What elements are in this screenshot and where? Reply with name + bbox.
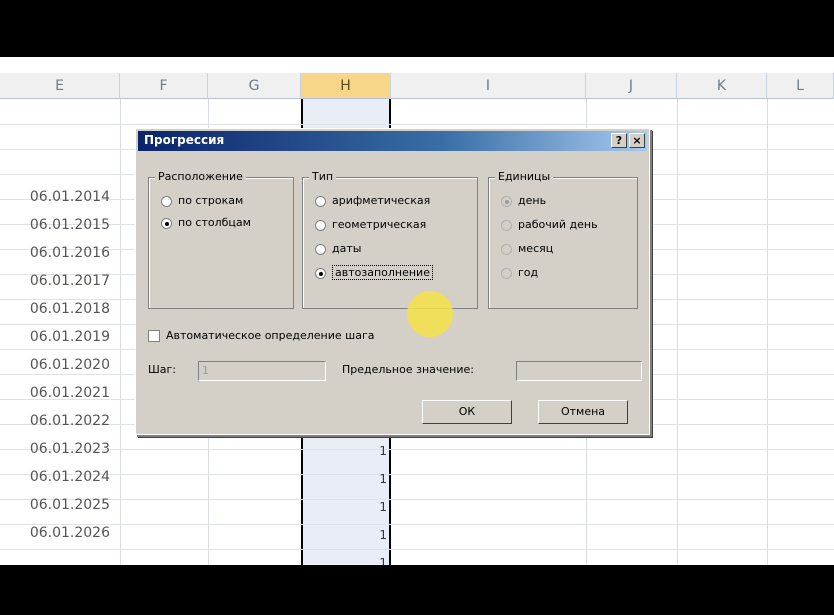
radio-label: месяц — [518, 242, 554, 255]
date-cell[interactable]: 06.01.2022 — [0, 409, 116, 434]
column-header-e[interactable]: E — [0, 73, 120, 99]
date-cell[interactable]: 06.01.2014 — [0, 185, 116, 210]
gridline — [767, 99, 768, 565]
progression-dialog: Прогрессия ? × Расположение по строкам п… — [135, 128, 650, 435]
radio-icon — [501, 267, 512, 279]
auto-step-label: Автоматическое определение шага — [166, 329, 375, 342]
dialog-titlebar[interactable]: Прогрессия ? × — [138, 131, 647, 151]
radio-label: день — [518, 194, 547, 207]
radio-by-rows[interactable]: по строкам — [161, 192, 243, 210]
limit-label: Предельное значение: — [342, 363, 474, 376]
date-cell[interactable]: 06.01.2023 — [0, 437, 116, 462]
radio-icon — [501, 219, 512, 231]
column-header-i[interactable]: I — [391, 73, 586, 99]
date-cell[interactable]: 06.01.2015 — [0, 213, 116, 238]
gridline — [0, 124, 834, 125]
radio-label: арифметическая — [332, 194, 431, 207]
date-cell[interactable]: 06.01.2020 — [0, 353, 116, 378]
close-button[interactable]: × — [629, 133, 645, 148]
auto-step-checkbox[interactable]: Автоматическое определение шага — [148, 327, 374, 345]
column-header-h[interactable]: H — [301, 73, 391, 99]
gridline — [0, 449, 834, 450]
radio-dates[interactable]: даты — [315, 240, 361, 258]
date-cell[interactable]: 06.01.2019 — [0, 325, 116, 350]
radio-icon — [161, 195, 172, 207]
h-value-cell[interactable]: 1 — [301, 493, 387, 518]
bottom-letterbox — [0, 565, 834, 615]
gridline — [0, 499, 834, 500]
step-input[interactable]: 1 — [198, 361, 326, 381]
mouse-cursor-highlight — [407, 291, 453, 337]
column-header-k[interactable]: K — [677, 73, 767, 99]
step-label: Шаг: — [148, 363, 176, 376]
ok-button[interactable]: ОК — [422, 400, 512, 424]
date-cell[interactable]: 06.01.2026 — [0, 521, 116, 546]
units-group-label: Единицы — [495, 170, 554, 183]
h-value-cell[interactable]: 1 — [301, 437, 387, 462]
radio-geometric[interactable]: геометрическая — [315, 216, 426, 234]
top-letterbox — [0, 0, 834, 57]
radio-year[interactable]: год — [501, 264, 538, 282]
radio-icon — [161, 217, 172, 229]
radio-icon — [315, 219, 326, 231]
gridline — [0, 549, 834, 550]
radio-icon — [501, 195, 512, 207]
column-header-g[interactable]: G — [208, 73, 301, 99]
radio-label: даты — [332, 242, 362, 255]
type-group: Тип арифметическая геометрическая даты а… — [302, 170, 478, 309]
checkbox-icon — [148, 330, 160, 342]
date-cell[interactable]: 06.01.2016 — [0, 241, 116, 266]
radio-autofill[interactable]: автозаполнение — [315, 264, 433, 282]
radio-label: по строкам — [178, 194, 244, 207]
layout-group: Расположение по строкам по столбцам — [148, 170, 294, 309]
gridline — [677, 99, 678, 565]
column-header-l[interactable]: L — [767, 73, 834, 99]
radio-workday[interactable]: рабочий день — [501, 216, 598, 234]
date-cell[interactable]: 06.01.2024 — [0, 465, 116, 490]
type-group-label: Тип — [309, 170, 337, 183]
radio-icon — [315, 243, 326, 255]
dialog-title: Прогрессия — [144, 133, 225, 147]
gridline — [120, 99, 121, 565]
date-cell[interactable]: 06.01.2017 — [0, 269, 116, 294]
column-header-j[interactable]: J — [586, 73, 677, 99]
radio-icon — [315, 267, 326, 279]
radio-icon — [315, 195, 326, 207]
column-header-f[interactable]: F — [120, 73, 208, 99]
layout-group-label: Расположение — [155, 170, 246, 183]
radio-label: год — [518, 266, 539, 279]
h-value-cell[interactable]: 1 — [301, 465, 387, 490]
gridline — [0, 524, 834, 525]
date-cell[interactable]: 06.01.2025 — [0, 493, 116, 518]
date-cell[interactable]: 06.01.2021 — [0, 381, 116, 406]
limit-input[interactable] — [516, 361, 642, 381]
gridline — [0, 474, 834, 475]
cancel-button[interactable]: Отмена — [538, 400, 628, 424]
date-cell[interactable]: 06.01.2018 — [0, 297, 116, 322]
radio-label: по столбцам — [178, 216, 251, 229]
h-value-cell[interactable]: 1 — [301, 521, 387, 546]
units-group: Единицы день рабочий день месяц год — [488, 170, 638, 309]
radio-day[interactable]: день — [501, 192, 546, 210]
radio-label: рабочий день — [518, 218, 598, 231]
radio-label: автозаполнение — [332, 265, 433, 280]
radio-arithmetic[interactable]: арифметическая — [315, 192, 430, 210]
radio-by-columns[interactable]: по столбцам — [161, 214, 251, 232]
h-value-cell[interactable]: 1 — [301, 549, 387, 565]
radio-icon — [501, 243, 512, 255]
radio-month[interactable]: месяц — [501, 240, 553, 258]
radio-label: геометрическая — [332, 218, 427, 231]
help-button[interactable]: ? — [611, 133, 627, 148]
